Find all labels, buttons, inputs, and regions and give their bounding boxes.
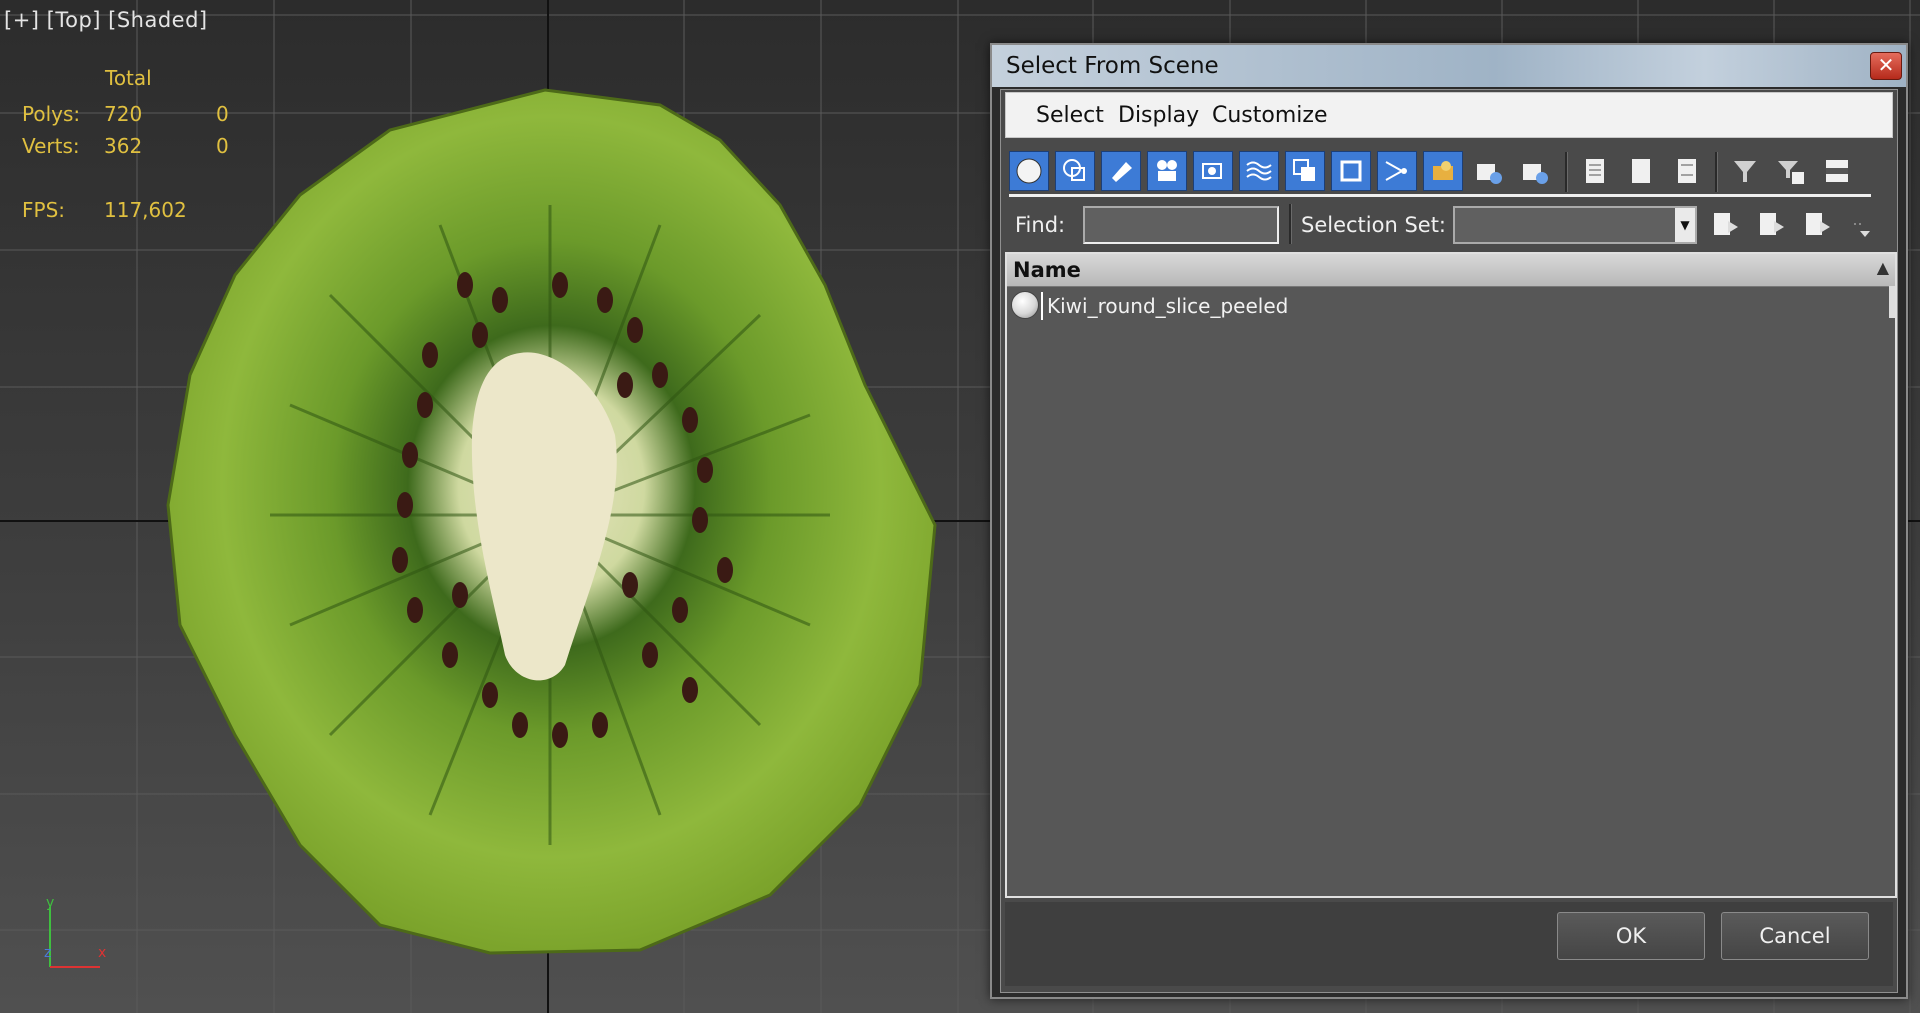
options-menu-icon[interactable] xyxy=(1845,204,1885,244)
stats-fps-label: FPS: xyxy=(22,198,65,222)
find-separator xyxy=(1289,204,1292,244)
toolbar-separator xyxy=(1565,152,1568,192)
toolbar-underline xyxy=(1009,194,1871,197)
dialog-footer: OK Cancel xyxy=(1005,902,1893,986)
dialog-menubar: Select Display Customize xyxy=(1005,92,1893,138)
edit-selection-set-icon[interactable] xyxy=(1705,204,1745,244)
list-item[interactable]: Kiwi_round_slice_peeled xyxy=(1007,288,1867,322)
groups-icon[interactable] xyxy=(1285,151,1325,191)
stats-verts-selected: 0 xyxy=(216,134,229,158)
collapse-icon[interactable] xyxy=(1817,151,1857,191)
xrefs-icon[interactable] xyxy=(1331,151,1371,191)
axis-z-label: z xyxy=(44,945,51,961)
find-label: Find: xyxy=(1015,213,1066,237)
space-warps-icon[interactable] xyxy=(1239,151,1279,191)
helpers-icon[interactable] xyxy=(1193,151,1233,191)
filter-toolbar xyxy=(1009,148,1889,197)
ok-button[interactable]: OK xyxy=(1557,912,1705,960)
dialog-body: Select Display Customize Find: Selection… xyxy=(1000,89,1898,993)
geometry-sphere-icon xyxy=(1011,291,1039,319)
column-header-label: Name xyxy=(1013,258,1081,282)
select-none-icon[interactable] xyxy=(1621,151,1661,191)
frozen-objects-icon[interactable] xyxy=(1469,151,1509,191)
axis-y-label: y xyxy=(46,895,54,911)
text-cursor xyxy=(1041,292,1043,320)
selection-set-dropdown[interactable]: ▼ xyxy=(1453,206,1697,244)
list-item-name: Kiwi_round_slice_peeled xyxy=(1047,294,1289,318)
containers-icon[interactable] xyxy=(1423,151,1463,191)
stats-fps-value: 117,602 xyxy=(104,198,187,222)
toolbar-separator xyxy=(1715,152,1718,192)
geometry-icon[interactable] xyxy=(1009,151,1049,191)
viewport-label[interactable]: [+] [Top] [Shaded] xyxy=(4,8,208,32)
vertical-scrollbar[interactable] xyxy=(1889,286,1895,318)
menu-select[interactable]: Select xyxy=(1036,103,1104,128)
kiwi-slice-mesh[interactable] xyxy=(160,85,940,955)
dialog-title: Select From Scene xyxy=(1006,53,1219,79)
sort-arrow-icon[interactable]: ▲ xyxy=(1877,258,1889,277)
add-selection-set-icon[interactable] xyxy=(1751,204,1791,244)
stats-total-header: Total xyxy=(105,66,152,90)
scene-object-list[interactable]: Name ▲ Kiwi_round_slice_peeled xyxy=(1005,252,1897,898)
hidden-objects-icon[interactable] xyxy=(1515,151,1555,191)
select-from-scene-dialog: Select From Scene ✕ Select Display Custo… xyxy=(990,43,1908,999)
stats-verts-total: 362 xyxy=(104,134,143,158)
stats-verts-label: Verts: xyxy=(22,134,80,158)
cameras-icon[interactable] xyxy=(1147,151,1187,191)
stats-polys-selected: 0 xyxy=(216,102,229,126)
close-icon[interactable]: ✕ xyxy=(1870,52,1902,80)
axis-x-label: x xyxy=(98,945,106,961)
menu-customize[interactable]: Customize xyxy=(1212,103,1327,128)
remove-selection-set-icon[interactable] xyxy=(1797,204,1837,244)
stats-polys-total: 720 xyxy=(104,102,143,126)
cancel-button[interactable]: Cancel xyxy=(1721,912,1869,960)
filter-options-icon[interactable] xyxy=(1771,151,1811,191)
select-all-icon[interactable] xyxy=(1575,151,1615,191)
column-header-name[interactable]: Name ▲ xyxy=(1007,254,1895,287)
shapes-icon[interactable] xyxy=(1055,151,1095,191)
find-row: Find: Selection Set: ▼ xyxy=(1009,204,1889,248)
lights-icon[interactable] xyxy=(1101,151,1141,191)
bones-icon[interactable] xyxy=(1377,151,1417,191)
menu-display[interactable]: Display xyxy=(1118,103,1199,128)
chevron-down-icon[interactable]: ▼ xyxy=(1675,208,1695,242)
stats-polys-label: Polys: xyxy=(22,102,81,126)
select-invert-icon[interactable] xyxy=(1667,151,1707,191)
find-input[interactable] xyxy=(1083,206,1279,244)
dialog-titlebar[interactable]: Select From Scene ✕ xyxy=(992,45,1906,87)
selection-set-label: Selection Set: xyxy=(1301,213,1447,237)
filter-icon[interactable] xyxy=(1725,151,1765,191)
axis-tripod-icon: y z x xyxy=(44,895,106,968)
